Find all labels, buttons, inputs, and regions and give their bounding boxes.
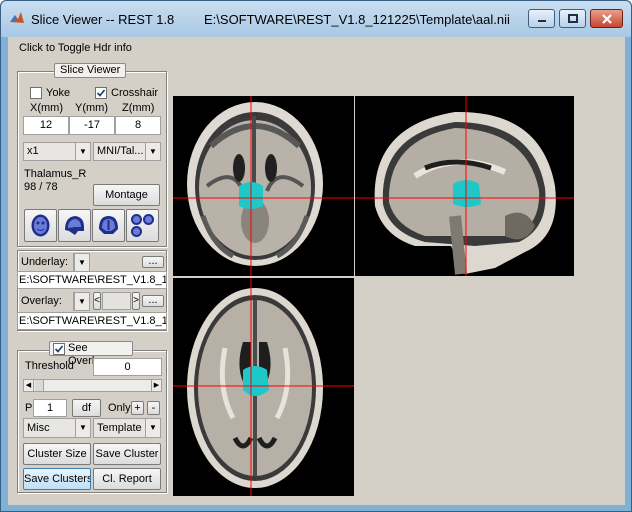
window-file-path: E:\SOFTWARE\REST_V1.8_121225\Template\aa…: [204, 12, 510, 27]
p-value-input[interactable]: 1: [33, 399, 67, 417]
coronal-slice-view[interactable]: [173, 96, 354, 276]
underlay-label: Underlay:: [21, 256, 69, 268]
overlay-select[interactable]: ▼: [73, 292, 90, 311]
overlay-region-sagittal: [453, 180, 481, 207]
matlab-app-icon: [10, 12, 24, 23]
crosshair-checkbox[interactable]: [95, 87, 107, 99]
template-select[interactable]: Template ▼: [93, 418, 161, 438]
app-window: Slice Viewer -- REST 1.8 E:\SOFTWARE\RES…: [0, 0, 632, 512]
space-select-value: MNI/Tal...: [97, 145, 144, 157]
y-coordinate-input[interactable]: -17: [69, 116, 115, 135]
threshold-label: Threshold: [25, 360, 74, 372]
overlay-next-button[interactable]: >: [132, 292, 140, 310]
only-plus-button[interactable]: +: [131, 401, 144, 415]
triple-view-button[interactable]: [126, 209, 159, 242]
zoom-select-value: x1: [27, 145, 39, 157]
window-title: Slice Viewer -- REST 1.8: [31, 12, 175, 27]
save-clusters-button[interactable]: Save Clusters: [23, 468, 91, 490]
see-overlay-checkbox[interactable]: [53, 343, 65, 355]
cluster-report-button[interactable]: Cl. Report: [93, 468, 161, 490]
save-cluster-button[interactable]: Save Cluster: [93, 443, 161, 465]
chevron-down-icon: ▼: [145, 419, 160, 437]
header-info-toggle[interactable]: Click to Toggle Hdr info: [19, 42, 132, 54]
sagittal-view-button[interactable]: [58, 209, 91, 242]
title-bar[interactable]: Slice Viewer -- REST 1.8 E:\SOFTWARE\RES…: [1, 1, 631, 37]
y-coordinate-label: Y(mm): [75, 102, 108, 114]
overlay-index-field: [102, 292, 131, 310]
overlay-prev-button[interactable]: <: [93, 292, 101, 310]
chevron-down-icon: ▼: [145, 143, 160, 160]
x-coordinate-input[interactable]: 12: [23, 116, 69, 135]
triple-view-icon: [131, 214, 154, 237]
yoke-label: Yoke: [46, 87, 71, 99]
region-name: Thalamus_R: [24, 168, 87, 180]
zoom-select[interactable]: x1 ▼: [23, 142, 91, 161]
space-select[interactable]: MNI/Tal... ▼: [93, 142, 161, 161]
overlay-path-field[interactable]: E:\SOFTWARE\REST_V1.8_12: [17, 312, 167, 330]
chevron-down-icon: ▼: [75, 419, 90, 437]
threshold-slider[interactable]: ◀ ▶: [23, 379, 162, 392]
coronal-view-button[interactable]: [92, 209, 125, 242]
underlay-browse-button[interactable]: ...: [142, 256, 164, 268]
overlay-label: Overlay:: [21, 295, 62, 307]
minimize-icon: [537, 19, 546, 22]
df-button[interactable]: df: [72, 399, 101, 417]
slice-viewer-panel-title: Slice Viewer: [54, 63, 127, 78]
only-label: Only: [108, 402, 131, 414]
template-select-value: Template: [97, 422, 142, 434]
axial-view-icon: [31, 214, 50, 237]
yoke-checkbox[interactable]: [30, 87, 42, 99]
voxel-value: 98 / 78: [24, 181, 58, 193]
colormap-select[interactable]: Misc ▼: [23, 418, 91, 438]
check-icon: [54, 345, 64, 353]
overlay-region-axial: [243, 366, 269, 396]
chevron-down-icon: ▼: [75, 143, 90, 160]
p-value-label: P: [25, 402, 33, 414]
minimize-button[interactable]: [528, 9, 555, 28]
slider-thumb[interactable]: [35, 380, 44, 391]
cluster-size-button[interactable]: Cluster Size: [23, 443, 91, 465]
chevron-down-icon: ▼: [74, 254, 89, 271]
montage-button[interactable]: Montage: [93, 184, 160, 206]
z-coordinate-input[interactable]: 8: [115, 116, 161, 135]
maximize-icon: [567, 14, 578, 23]
slider-left-arrow-icon[interactable]: ◀: [24, 380, 34, 391]
overlay-browse-button[interactable]: ...: [142, 295, 164, 307]
coronal-view-icon: [99, 216, 118, 234]
sagittal-view-icon: [65, 216, 84, 235]
close-button[interactable]: [590, 9, 623, 28]
z-coordinate-label: Z(mm): [122, 102, 155, 114]
axial-slice-view[interactable]: [173, 278, 354, 496]
slider-right-arrow-icon[interactable]: ▶: [151, 380, 161, 391]
x-coordinate-label: X(mm): [30, 102, 63, 114]
threshold-input[interactable]: 0: [93, 358, 162, 376]
check-icon: [96, 89, 106, 97]
maximize-button[interactable]: [559, 9, 586, 28]
underlay-path-field[interactable]: E:\SOFTWARE\REST_V1.8_12: [17, 271, 167, 289]
only-minus-button[interactable]: -: [147, 401, 160, 415]
colormap-select-value: Misc: [27, 422, 50, 434]
close-icon: [601, 13, 612, 24]
figure-area: Click to Toggle Hdr info Slice Viewer Yo…: [8, 37, 625, 505]
crosshair-label: Crosshair: [111, 87, 159, 99]
sagittal-slice-view[interactable]: [355, 96, 574, 276]
axial-view-button[interactable]: [24, 209, 57, 242]
chevron-down-icon: ▼: [74, 293, 89, 310]
underlay-select[interactable]: ▼: [73, 253, 90, 272]
